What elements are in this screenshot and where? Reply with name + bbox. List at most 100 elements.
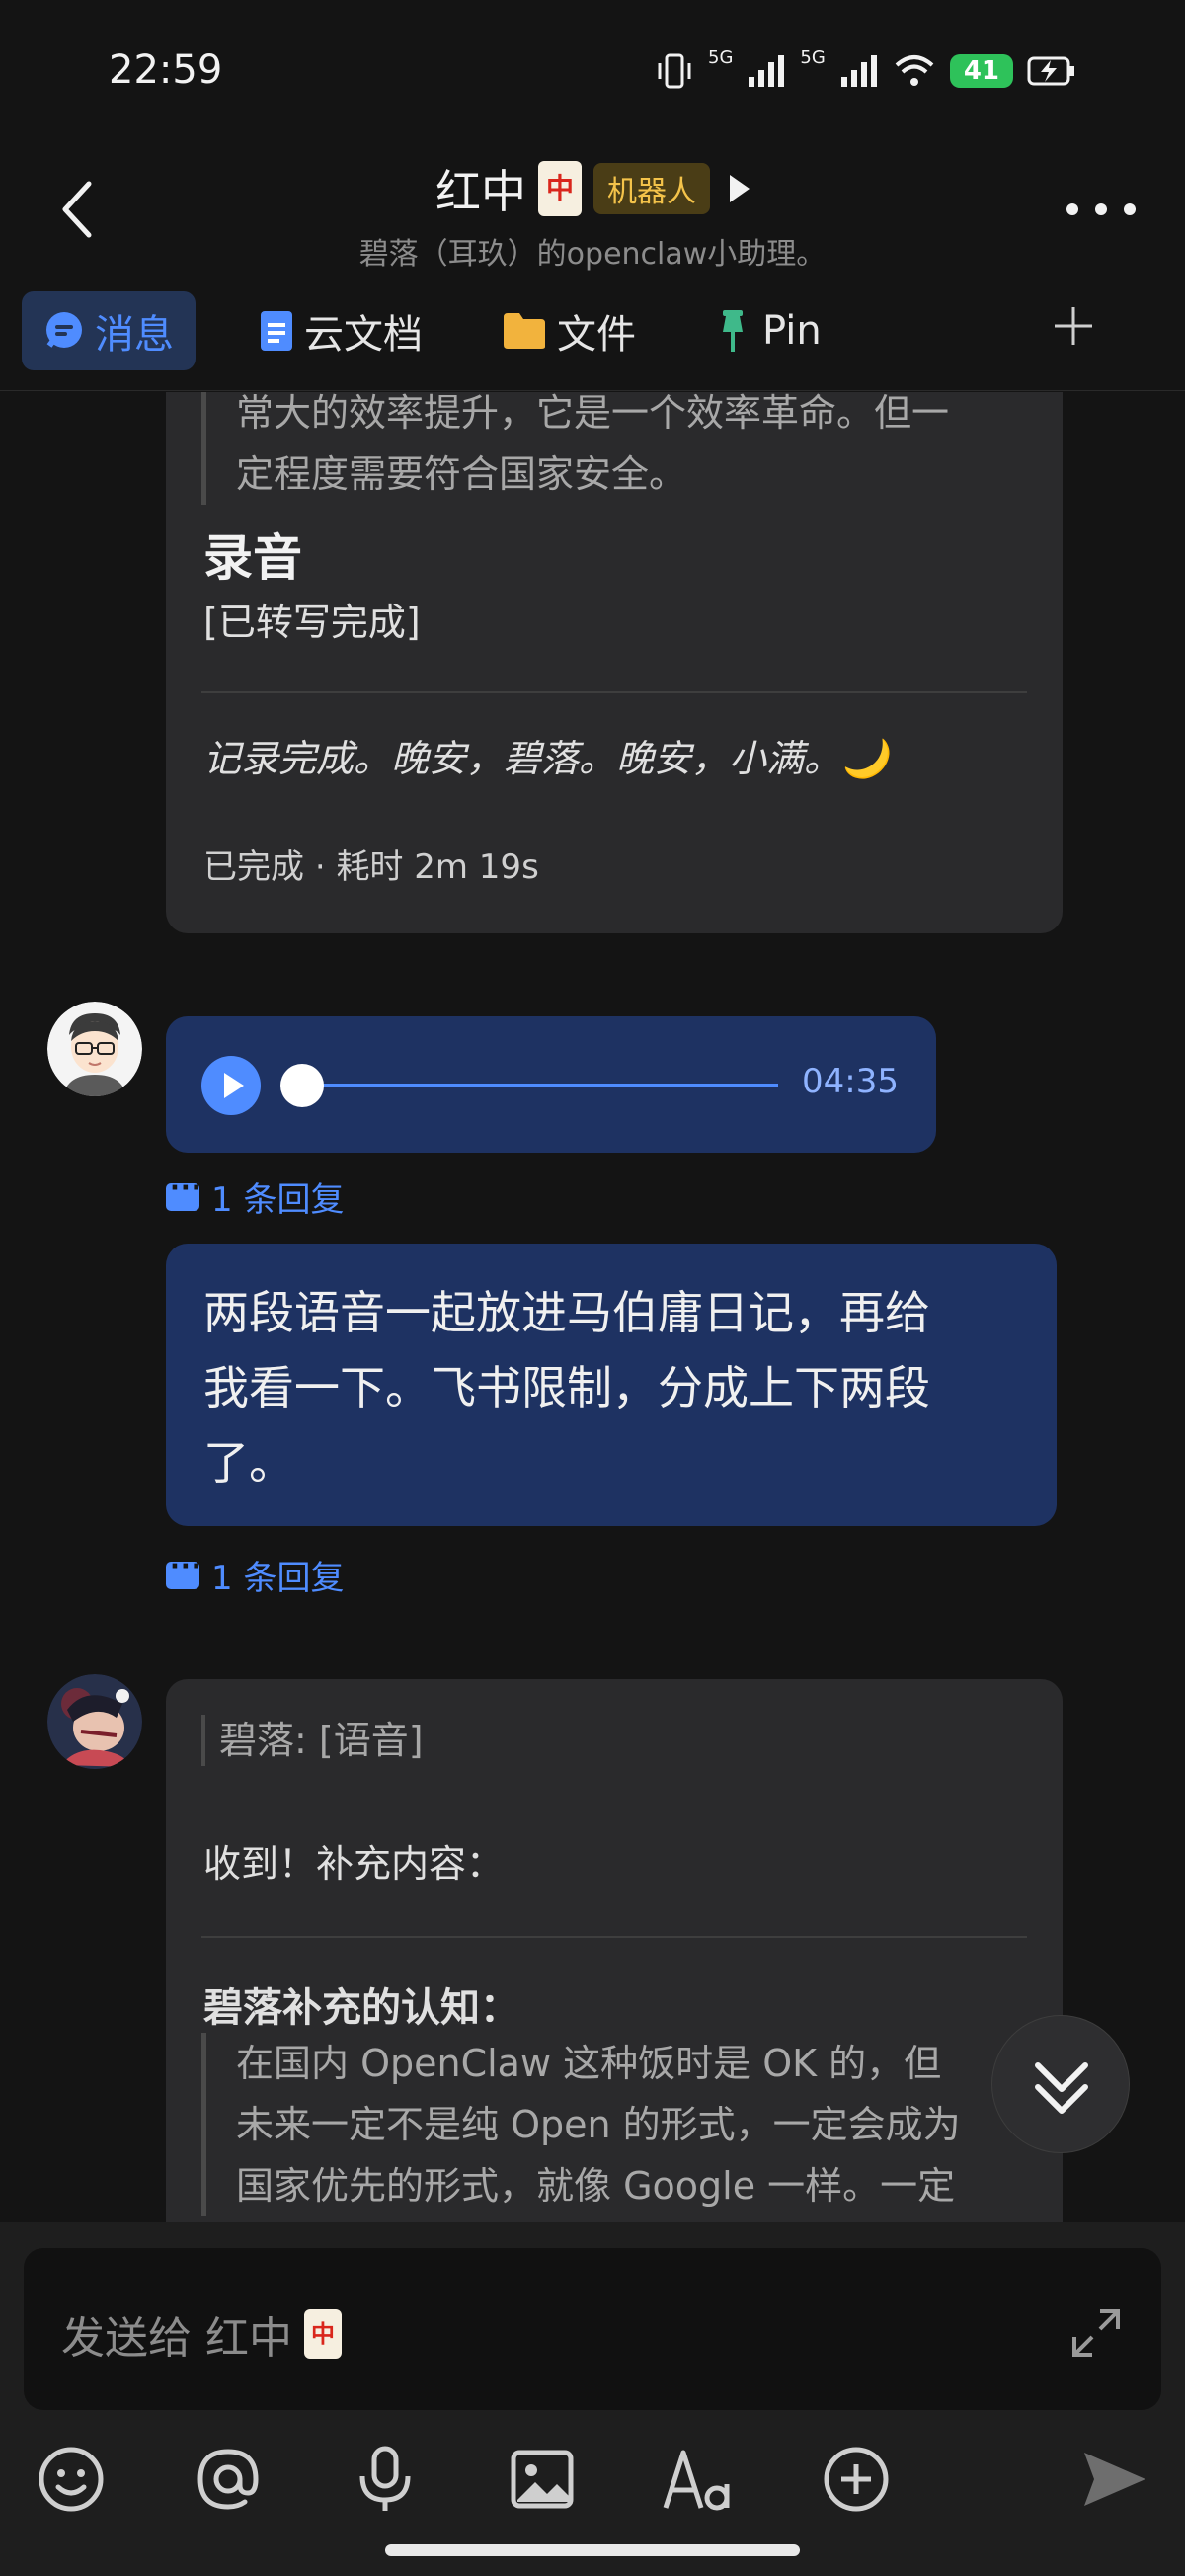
play-icon[interactable]	[201, 1056, 261, 1115]
placeholder-text: 发送给 红中	[61, 2313, 292, 2364]
font-format-icon	[663, 2450, 730, 2511]
thread-reply-link[interactable]: 1 条回复	[166, 1172, 344, 1221]
vibrate-icon	[658, 53, 691, 89]
bot-message-card[interactable]: 碧落: [语音] 收到！补充内容： 碧落补充的认知： 在国内 OpenClaw …	[166, 1679, 1063, 2222]
emoji-button[interactable]	[32, 2440, 111, 2519]
plus-icon	[1055, 307, 1092, 345]
tab-docs[interactable]: 云文档	[237, 291, 444, 370]
pin-icon	[723, 310, 743, 352]
image-button[interactable]	[503, 2440, 582, 2519]
quote-block: 常大的效率提升，它是一个效率革命。但一 定程度需要符合国家安全。	[201, 392, 949, 505]
add-tab-button[interactable]	[1051, 298, 1096, 362]
user-avatar[interactable]	[47, 1002, 142, 1096]
more-actions-button[interactable]	[817, 2440, 896, 2519]
user-text-message[interactable]: 两段语音一起放进马伯庸日记，再给 我看一下。飞书限制，分成上下两段 了。	[166, 1244, 1057, 1526]
double-chevron-down-icon	[1035, 2062, 1088, 2114]
wifi-icon	[895, 55, 934, 86]
send-icon	[1084, 2453, 1146, 2506]
chat-title-row[interactable]: 红中 中 机器人	[0, 156, 1185, 221]
expand-icon	[1072, 2309, 1120, 2357]
tab-pin[interactable]: Pin	[691, 291, 843, 370]
reply-quote: 碧落: [语音]	[201, 1715, 424, 1766]
transcribed-label: [已转写完成]	[203, 601, 421, 644]
message-list[interactable]: 常大的效率提升，它是一个效率革命。但一 定程度需要符合国家安全。 录音 [已转写…	[0, 392, 1185, 2222]
composer-toolbar	[0, 2420, 1185, 2529]
meta-separator: ·	[314, 847, 337, 887]
task-status: 已完成	[203, 847, 304, 887]
quote-line: 常大的效率提升，它是一个效率革命。但一	[236, 392, 950, 435]
divider	[201, 691, 1027, 693]
charging-icon	[1027, 56, 1074, 86]
voice-progress-knob[interactable]	[280, 1064, 324, 1107]
doc-icon	[261, 311, 292, 351]
tab-files[interactable]: 文件	[480, 291, 658, 370]
reply-bubble-icon	[166, 1552, 202, 1589]
battery-level: 41	[949, 54, 1013, 88]
mahjong-tile-icon: 中	[538, 161, 582, 216]
plus-circle-icon	[824, 2447, 889, 2512]
network-label-1: 5G	[708, 47, 734, 68]
signal-icon	[840, 55, 877, 87]
quote-line: 国家优先的形式，就像 Google 一样。一定	[236, 2164, 956, 2208]
task-duration: 耗时 2m 19s	[336, 847, 539, 887]
folder-icon	[504, 313, 545, 349]
dot-icon	[1124, 203, 1136, 215]
home-indicator[interactable]	[385, 2544, 800, 2556]
status-time: 22:59	[109, 47, 223, 93]
bot-message-card[interactable]: 常大的效率提升，它是一个效率革命。但一 定程度需要符合国家安全。 录音 [已转写…	[166, 392, 1063, 933]
more-options-button[interactable]	[1066, 200, 1136, 219]
send-button[interactable]	[1074, 2440, 1153, 2519]
chat-title: 红中	[435, 165, 526, 218]
chat-header: 红中 中 机器人 碧落（耳玖）的openclaw小助理。	[0, 148, 1185, 286]
tab-label: 文件	[557, 312, 636, 358]
voice-input-button[interactable]	[346, 2440, 425, 2519]
task-meta: 已完成 · 耗时 2m 19s	[203, 840, 539, 888]
expand-editor-button[interactable]	[1068, 2305, 1124, 2361]
tab-label: 消息	[95, 312, 174, 358]
voice-progress-track[interactable]	[304, 1084, 778, 1087]
quote-line: 在国内 OpenClaw 这种饭时是 OK 的，但	[236, 2042, 942, 2085]
bot-badge: 机器人	[593, 163, 710, 214]
mention-button[interactable]	[189, 2440, 268, 2519]
message-input[interactable]: 发送给 红中 中	[24, 2248, 1161, 2410]
closing-text: 记录完成。晚安，碧落。晚安，小满。🌙	[203, 737, 889, 780]
status-bar: 22:59 5G 5G 41	[0, 0, 1185, 148]
chat-subtitle: 碧落（耳玖）的openclaw小助理。	[358, 237, 827, 272]
voice-message[interactable]: 04:35	[166, 1016, 936, 1153]
image-icon	[511, 2450, 574, 2509]
scroll-to-bottom-button[interactable]	[991, 2015, 1130, 2153]
dot-icon	[1095, 203, 1107, 215]
tab-bar: 消息 云文档 文件 Pin	[0, 286, 1185, 391]
composer: 发送给 红中 中	[0, 2222, 1185, 2576]
signal-icon	[749, 55, 785, 87]
thread-reply-link[interactable]: 1 条回复	[166, 1551, 344, 1599]
mahjong-tile-icon: 中	[304, 2309, 342, 2359]
reply-count: 1 条回复	[211, 1180, 345, 1220]
voice-duration: 04:35	[802, 1062, 899, 1101]
quote-line: 未来一定不是纯 Open 的形式，一定会成为	[236, 2103, 961, 2146]
network-label-2: 5G	[800, 47, 826, 68]
quote-block: 在国内 OpenClaw 这种饭时是 OK 的，但 未来一定不是纯 Open 的…	[201, 2033, 961, 2216]
received-text: 收到！补充内容：	[203, 1842, 505, 1886]
tab-label: Pin	[762, 308, 822, 354]
quote-line: 定程度需要符合国家安全。	[236, 452, 687, 496]
text-format-button[interactable]	[660, 2440, 739, 2519]
reply-bubble-icon	[166, 1173, 202, 1211]
chat-icon	[46, 312, 82, 348]
microphone-icon	[359, 2446, 411, 2511]
message-line: 我看一下。飞书限制，分成上下两段	[203, 1361, 930, 1414]
dot-icon	[1066, 203, 1078, 215]
tab-label: 云文档	[304, 312, 423, 358]
section-heading: 碧落补充的认知：	[203, 1985, 519, 2031]
message-line: 了。	[203, 1436, 294, 1489]
tab-messages[interactable]: 消息	[22, 291, 196, 370]
bot-avatar[interactable]	[47, 1674, 142, 1769]
divider	[201, 1936, 1027, 1938]
status-icons: 5G 5G 41	[655, 47, 1076, 91]
section-heading: 录音	[203, 529, 302, 587]
message-line: 两段语音一起放进马伯庸日记，再给	[203, 1286, 930, 1339]
at-icon	[198, 2449, 259, 2510]
reply-count: 1 条回复	[211, 1559, 345, 1598]
emoji-icon	[39, 2447, 104, 2512]
input-placeholder: 发送给 红中 中	[61, 2302, 342, 2366]
